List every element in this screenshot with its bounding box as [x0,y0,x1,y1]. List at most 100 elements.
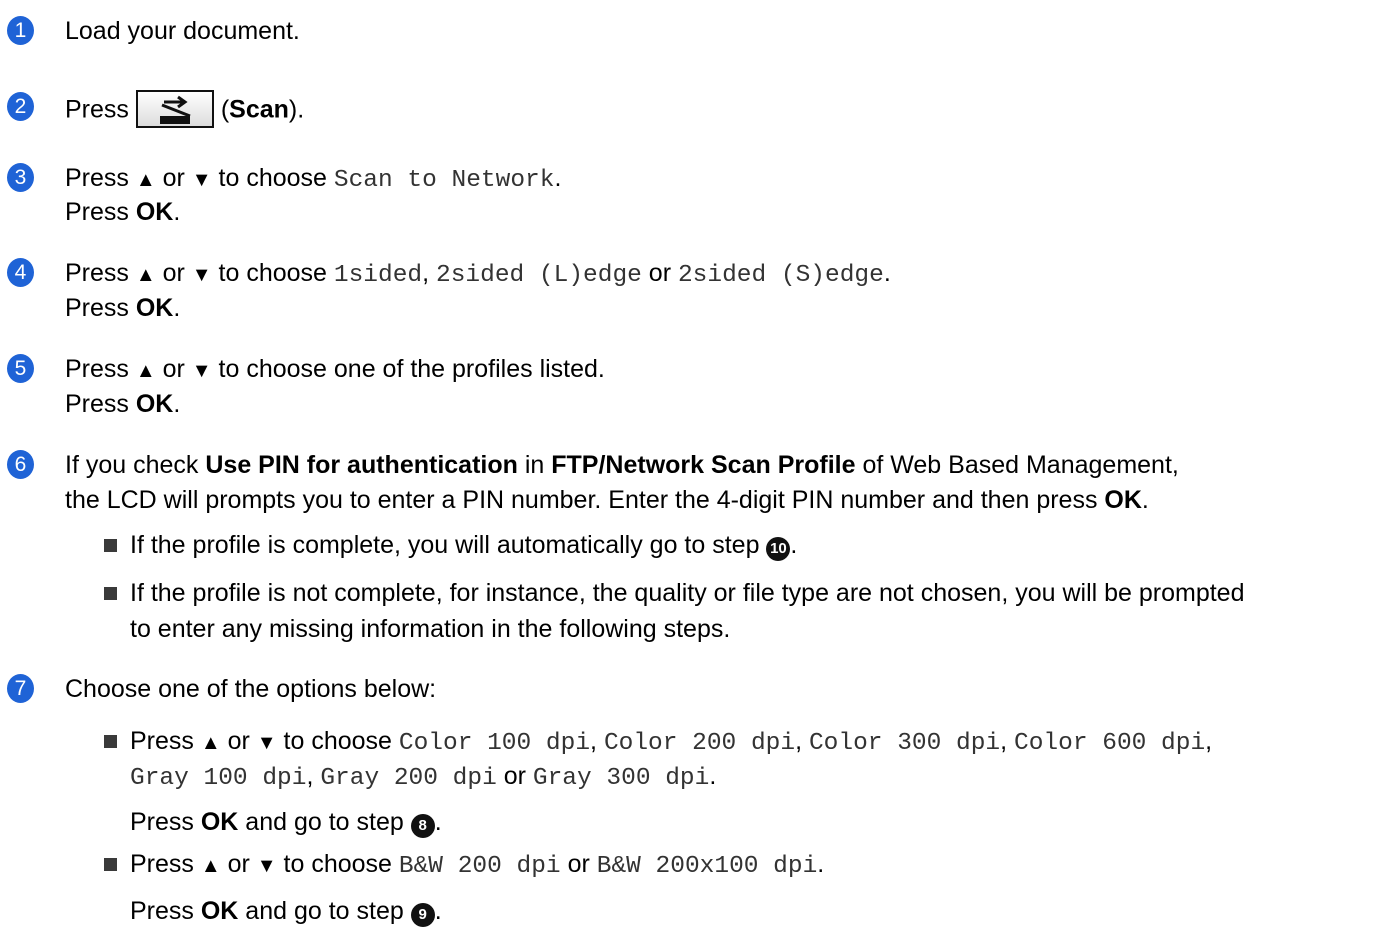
up-arrow-icon: ▲ [200,732,221,754]
down-arrow-icon: ▼ [256,855,277,877]
press-text: Press [130,850,201,878]
press-text: Press [130,897,201,925]
or-text: or [560,850,597,878]
comma: , [422,259,437,287]
up-arrow-icon: ▲ [135,360,156,382]
or-text: or [220,850,257,878]
bullet-text: If the profile is not complete, for inst… [130,579,1245,607]
step-number-badge: 1 [7,16,34,45]
bullet-text: Press ▲ or ▼ to choose Color 100 dpi, Co… [130,726,1212,759]
bullet-text: Press ▲ or ▼ to choose B&W 200 dpi or B&… [130,849,824,882]
lcd-option: Gray 300 dpi [532,765,710,792]
period: . [1141,486,1149,514]
ok-key: OK [135,198,174,226]
comma: , [306,762,321,790]
lcd-option: B&W 200x100 dpi [596,853,818,880]
or-text: or [155,355,192,383]
or-text: or [155,259,192,287]
up-arrow-icon: ▲ [135,264,156,286]
choose-text: to choose [211,164,334,192]
bullet-text: If the profile is complete, you will aut… [130,530,797,561]
step-number-badge: 7 [7,674,34,703]
press-text: Press [65,355,136,383]
bullet-square [104,735,117,748]
down-arrow-icon: ▼ [256,732,277,754]
ok-key: OK [1104,486,1142,514]
step-text: Press (Scan). [65,90,305,130]
period: . [434,808,442,836]
ok-key: OK [200,808,239,836]
lcd-option: 1sided [333,262,423,289]
comma: , [1000,727,1015,755]
lcd-option: Color 300 dpi [808,730,1001,757]
bullet-square [104,858,117,871]
lcd-option: Color 600 dpi [1014,730,1206,757]
text: the LCD will prompts you to enter a PIN … [65,486,1105,514]
step-ref-icon: 9 [410,903,435,927]
comma: , [795,727,809,755]
press-text: Press [65,198,136,226]
step-ref-icon: 8 [410,814,435,838]
press-text: Press [65,294,136,322]
lcd-option: 2sided (L)edge [436,262,642,289]
press-text: Press [65,259,136,287]
period: . [817,850,825,878]
lcd-option: 2sided (S)edge [677,262,884,289]
step-text: Press ▲ or ▼ to choose one of the profil… [65,354,605,386]
down-arrow-icon: ▼ [191,169,212,191]
step-ref-icon: 10 [766,537,791,561]
step-number-badge: 6 [7,450,34,479]
ok-key: OK [135,294,174,322]
bullet-text-ok: Press OK and go to step 9. [130,896,442,927]
lcd-option: Gray 100 dpi [130,765,307,792]
scan-button-icon [135,90,214,128]
step-text-ok: Press OK. [65,197,180,227]
text: and go to step [238,897,411,925]
period: . [434,897,442,925]
lcd-option: Scan to Network [333,167,555,194]
step-text: If you check Use PIN for authentication … [65,450,1179,480]
press-text: Press [65,95,136,124]
text: If the profile is complete, you will aut… [130,531,767,559]
down-arrow-icon: ▼ [191,264,212,286]
press-text: Press [65,390,136,418]
step-text-cont: the LCD will prompts you to enter a PIN … [65,485,1149,515]
step-number-badge: 2 [7,92,34,121]
comma: , [1205,727,1213,755]
step-number-badge: 3 [7,163,34,192]
up-arrow-icon: ▲ [200,855,221,877]
or-text: or [496,762,533,790]
or-text: or [220,727,257,755]
lcd-option: Color 200 dpi [603,730,796,757]
setting-name: Use PIN for authentication [205,451,518,479]
period: . [554,164,562,192]
down-arrow-icon: ▼ [191,360,212,382]
scan-label: Scan [229,95,289,124]
press-text: Press [130,727,201,755]
text: of Web Based Management, [855,451,1179,479]
period: . [173,390,181,418]
step-number-badge: 4 [7,258,34,287]
step-text-ok: Press OK. [65,293,180,323]
choose-text: to choose [276,850,399,878]
choose-text: to choose [211,259,334,287]
lcd-option: Gray 200 dpi [320,765,497,792]
scan-label-open: ( [220,95,230,124]
ok-key: OK [200,897,239,925]
bullet-square [104,539,117,552]
bullet-text-ok: Press OK and go to step 8. [130,807,442,838]
step-text: Press ▲ or ▼ to choose Scan to Network. [65,163,561,196]
scan-label-close: ). [288,95,305,124]
press-text: Press [65,164,136,192]
period: . [883,259,891,287]
or-text: or [641,259,678,287]
step-text: Press ▲ or ▼ to choose 1sided, 2sided (L… [65,258,891,291]
lcd-option: B&W 200 dpi [398,853,561,880]
choose-text: to choose one of the profiles listed. [211,355,605,383]
profile-name: FTP/Network Scan Profile [551,451,856,479]
choose-text: to choose [276,727,399,755]
period: . [173,294,181,322]
ok-key: OK [135,390,174,418]
or-text: or [155,164,192,192]
step-text: Load your document. [65,17,300,45]
